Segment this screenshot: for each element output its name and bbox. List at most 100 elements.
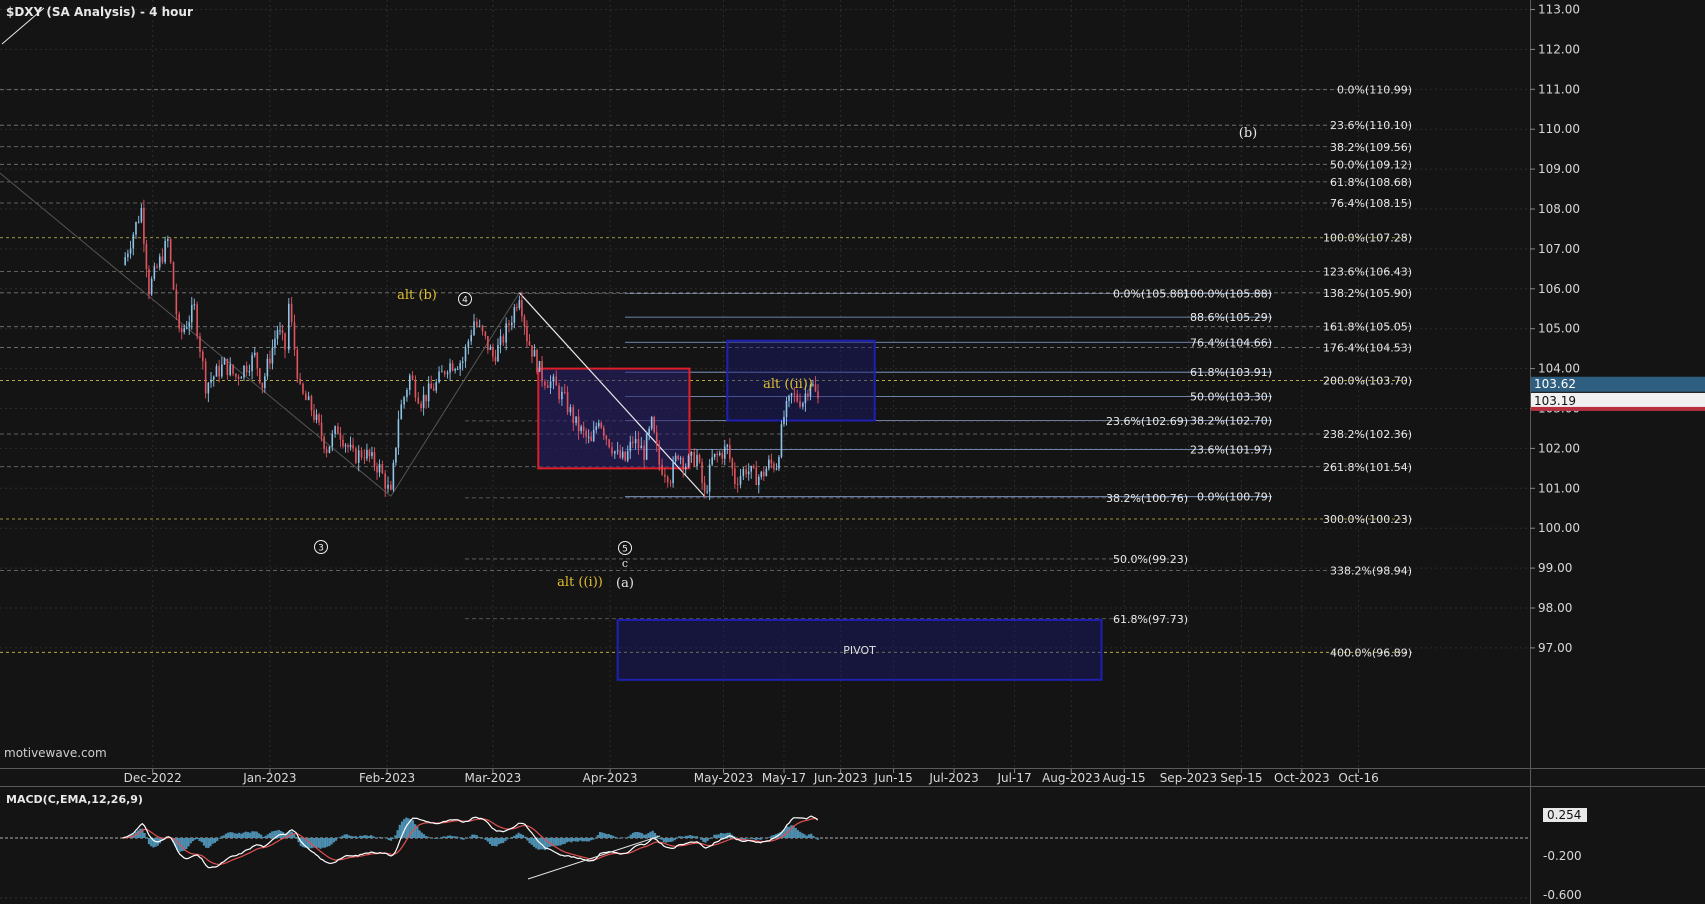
candle-body <box>376 465 378 473</box>
macd-histogram-bar <box>719 832 723 838</box>
candle-body <box>347 445 349 448</box>
price-tick-label: 111.00 <box>1538 82 1580 96</box>
macd-histogram-bar <box>341 835 344 838</box>
candle-body <box>464 347 467 362</box>
macd-histogram-bar <box>596 835 599 838</box>
candle-body <box>516 307 518 309</box>
candle-body <box>648 428 650 435</box>
candle-body <box>378 463 381 473</box>
candle-body <box>414 379 417 398</box>
macd-histogram-bar <box>249 832 252 838</box>
candle-body <box>684 466 687 470</box>
macd-histogram-bar <box>216 838 219 842</box>
candle-body <box>664 474 666 477</box>
candle-body <box>739 476 742 485</box>
time-tick-label: Jun-2023 <box>813 771 868 785</box>
macd-histogram-bar <box>253 831 256 838</box>
candle-body <box>279 330 281 332</box>
macd-histogram-bar <box>295 837 298 838</box>
macd-histogram-bar <box>321 838 324 848</box>
fib-label-left: 0.0%(105.88) <box>1113 288 1188 301</box>
macd-histogram-bar <box>612 835 615 838</box>
candle-body <box>478 325 481 327</box>
macd-histogram-bar <box>147 838 151 845</box>
candle-body <box>207 382 210 394</box>
macd-histogram-bar <box>528 838 531 844</box>
candle-body <box>381 463 384 474</box>
candle-body <box>492 347 494 357</box>
macd-histogram-bar <box>462 838 465 840</box>
candle-body <box>802 403 804 407</box>
macd-histogram-bar <box>601 832 604 838</box>
macd-histogram-bar <box>541 838 544 850</box>
candle-body <box>785 401 788 417</box>
macd-histogram-bar <box>372 836 375 838</box>
macd-histogram-bar <box>803 834 806 838</box>
macd-histogram-bar <box>766 837 769 838</box>
candle-body <box>325 449 328 453</box>
candle-body <box>637 438 640 449</box>
macd-histogram-bar <box>750 838 753 839</box>
macd-histogram-bar <box>530 838 533 845</box>
candle-body <box>344 445 347 447</box>
macd-histogram-bar <box>581 838 584 842</box>
macd-histogram-bar <box>367 836 371 838</box>
time-tick-label: Jan-2023 <box>242 771 296 785</box>
candle-body <box>331 434 334 447</box>
macd-histogram-bar <box>202 838 206 846</box>
macd-histogram-bar <box>227 832 230 838</box>
macd-histogram-bar <box>585 838 588 842</box>
macd-histogram-bar <box>224 833 228 838</box>
candle-body <box>430 383 432 389</box>
wave-label-alt-b: alt (b) <box>397 288 437 303</box>
macd-histogram-bar <box>442 836 445 838</box>
candle-body <box>807 393 809 397</box>
macd-histogram-bar <box>570 838 573 843</box>
macd-histogram-bar <box>627 836 630 838</box>
macd-histogram-bar <box>392 838 395 839</box>
macd-histogram-bar <box>440 837 443 838</box>
macd-histogram-bar <box>262 836 265 838</box>
candle-body <box>349 444 352 448</box>
candle-body <box>708 464 711 492</box>
candle-body <box>276 330 279 339</box>
macd-histogram-bar <box>748 838 751 839</box>
macd-histogram-bar <box>590 838 593 841</box>
macd-histogram-bar <box>614 836 617 838</box>
fib-label-mid: 61.8%(103.91) <box>1190 366 1272 379</box>
macd-histogram-bar <box>563 838 566 844</box>
dxy-chart[interactable]: 0.0%(110.99)23.6%(110.10)38.2%(109.56)50… <box>0 0 1705 904</box>
candle-body <box>734 468 736 485</box>
candle-body <box>726 444 729 447</box>
candle-body <box>320 422 323 437</box>
wave-label-3: 3 <box>318 544 324 554</box>
macd-histogram-bar <box>583 838 586 842</box>
macd-histogram-bar <box>198 838 201 842</box>
macd-histogram-bar <box>154 838 157 847</box>
macd-histogram-bar <box>209 838 212 847</box>
macd-histogram-bar <box>196 838 199 839</box>
macd-histogram-bar <box>684 835 687 838</box>
candle-body <box>731 458 734 469</box>
price-tick-label: 101.00 <box>1538 481 1580 495</box>
candle-body <box>755 467 758 486</box>
macd-histogram-bar <box>229 832 232 838</box>
candle-body <box>600 422 603 428</box>
candle-body <box>687 455 690 467</box>
candle-body <box>355 448 357 463</box>
candle-body <box>446 372 449 375</box>
candle-body <box>505 323 507 343</box>
fib-label-mid: 0.0%(100.79) <box>1197 491 1272 504</box>
macd-histogram-bar <box>374 837 377 838</box>
macd-histogram-bar <box>246 832 250 838</box>
candle-body <box>569 407 572 413</box>
macd-histogram-bar <box>504 838 507 842</box>
macd-histogram-bar <box>427 836 430 838</box>
price-tick-label: 113.00 <box>1538 3 1580 17</box>
candle-body <box>264 376 266 389</box>
candle-body <box>164 240 166 263</box>
candle-body <box>438 371 440 383</box>
price-tick-label: 106.00 <box>1538 282 1580 296</box>
candle-body <box>698 454 701 463</box>
candle-body <box>661 464 663 475</box>
